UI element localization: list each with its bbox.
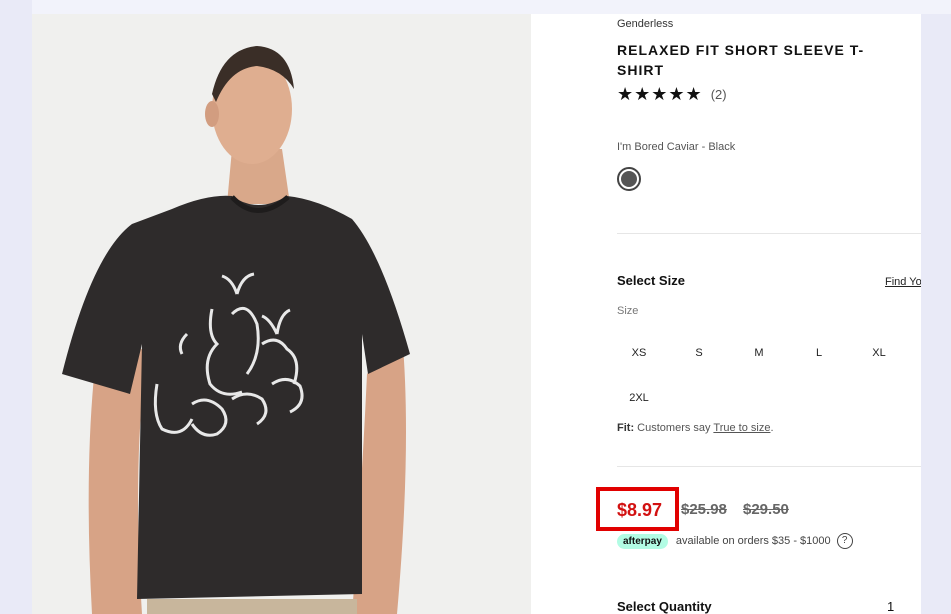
sale-price: $8.97: [617, 500, 663, 520]
fit-prefix: Fit:: [617, 422, 635, 434]
color-swatch[interactable]: [617, 167, 641, 191]
size-option-xl[interactable]: XL: [859, 347, 899, 359]
original-price-1: $25.98: [681, 501, 727, 518]
size-option-xs[interactable]: XS: [619, 347, 659, 359]
select-size-heading: Select Size: [617, 273, 685, 288]
product-info-panel: Genderless RELAXED FIT SHORT SLEEVE T-SH…: [596, 14, 921, 614]
quantity-value[interactable]: 1: [887, 599, 894, 614]
original-price-2: $29.50: [743, 501, 789, 518]
color-name: I'm Bored Caviar - Black: [617, 141, 736, 153]
afterpay-logo: afterpay: [617, 533, 668, 549]
fit-text: Customers say: [637, 422, 711, 434]
help-icon[interactable]: ?: [836, 533, 853, 549]
afterpay-row: afterpay available on orders $35 - $1000…: [617, 533, 853, 549]
product-title: RELAXED FIT SHORT SLEEVE T-SHIRT: [617, 42, 865, 78]
find-your-size-link[interactable]: Find Your Size: [885, 276, 921, 288]
fit-suffix: .: [770, 422, 774, 434]
select-quantity-label: Select Quantity: [617, 599, 712, 614]
star-rating-icons: ★★★★★: [617, 84, 703, 104]
fit-note: Fit: Customers say True to size.: [617, 422, 774, 434]
model-tshirt-illustration: [32, 14, 531, 614]
divider: [617, 466, 921, 467]
product-rating[interactable]: ★★★★★ (2): [617, 84, 727, 105]
size-option-2xl[interactable]: 2XL: [619, 392, 659, 404]
size-option-s[interactable]: S: [679, 347, 719, 359]
fit-link[interactable]: True to size: [713, 422, 770, 434]
top-band: [32, 0, 951, 14]
product-page: Genderless RELAXED FIT SHORT SLEEVE T-SH…: [32, 14, 921, 614]
color-swatch-fill: [621, 171, 637, 187]
review-count[interactable]: (2): [711, 87, 727, 102]
size-option-l[interactable]: L: [799, 347, 839, 359]
size-option-m[interactable]: M: [739, 347, 779, 359]
divider: [617, 233, 921, 234]
size-label: Size: [617, 305, 639, 317]
product-image[interactable]: [32, 14, 531, 614]
afterpay-text: available on orders $35 - $1000: [675, 535, 831, 547]
product-gender: Genderless: [617, 18, 674, 30]
